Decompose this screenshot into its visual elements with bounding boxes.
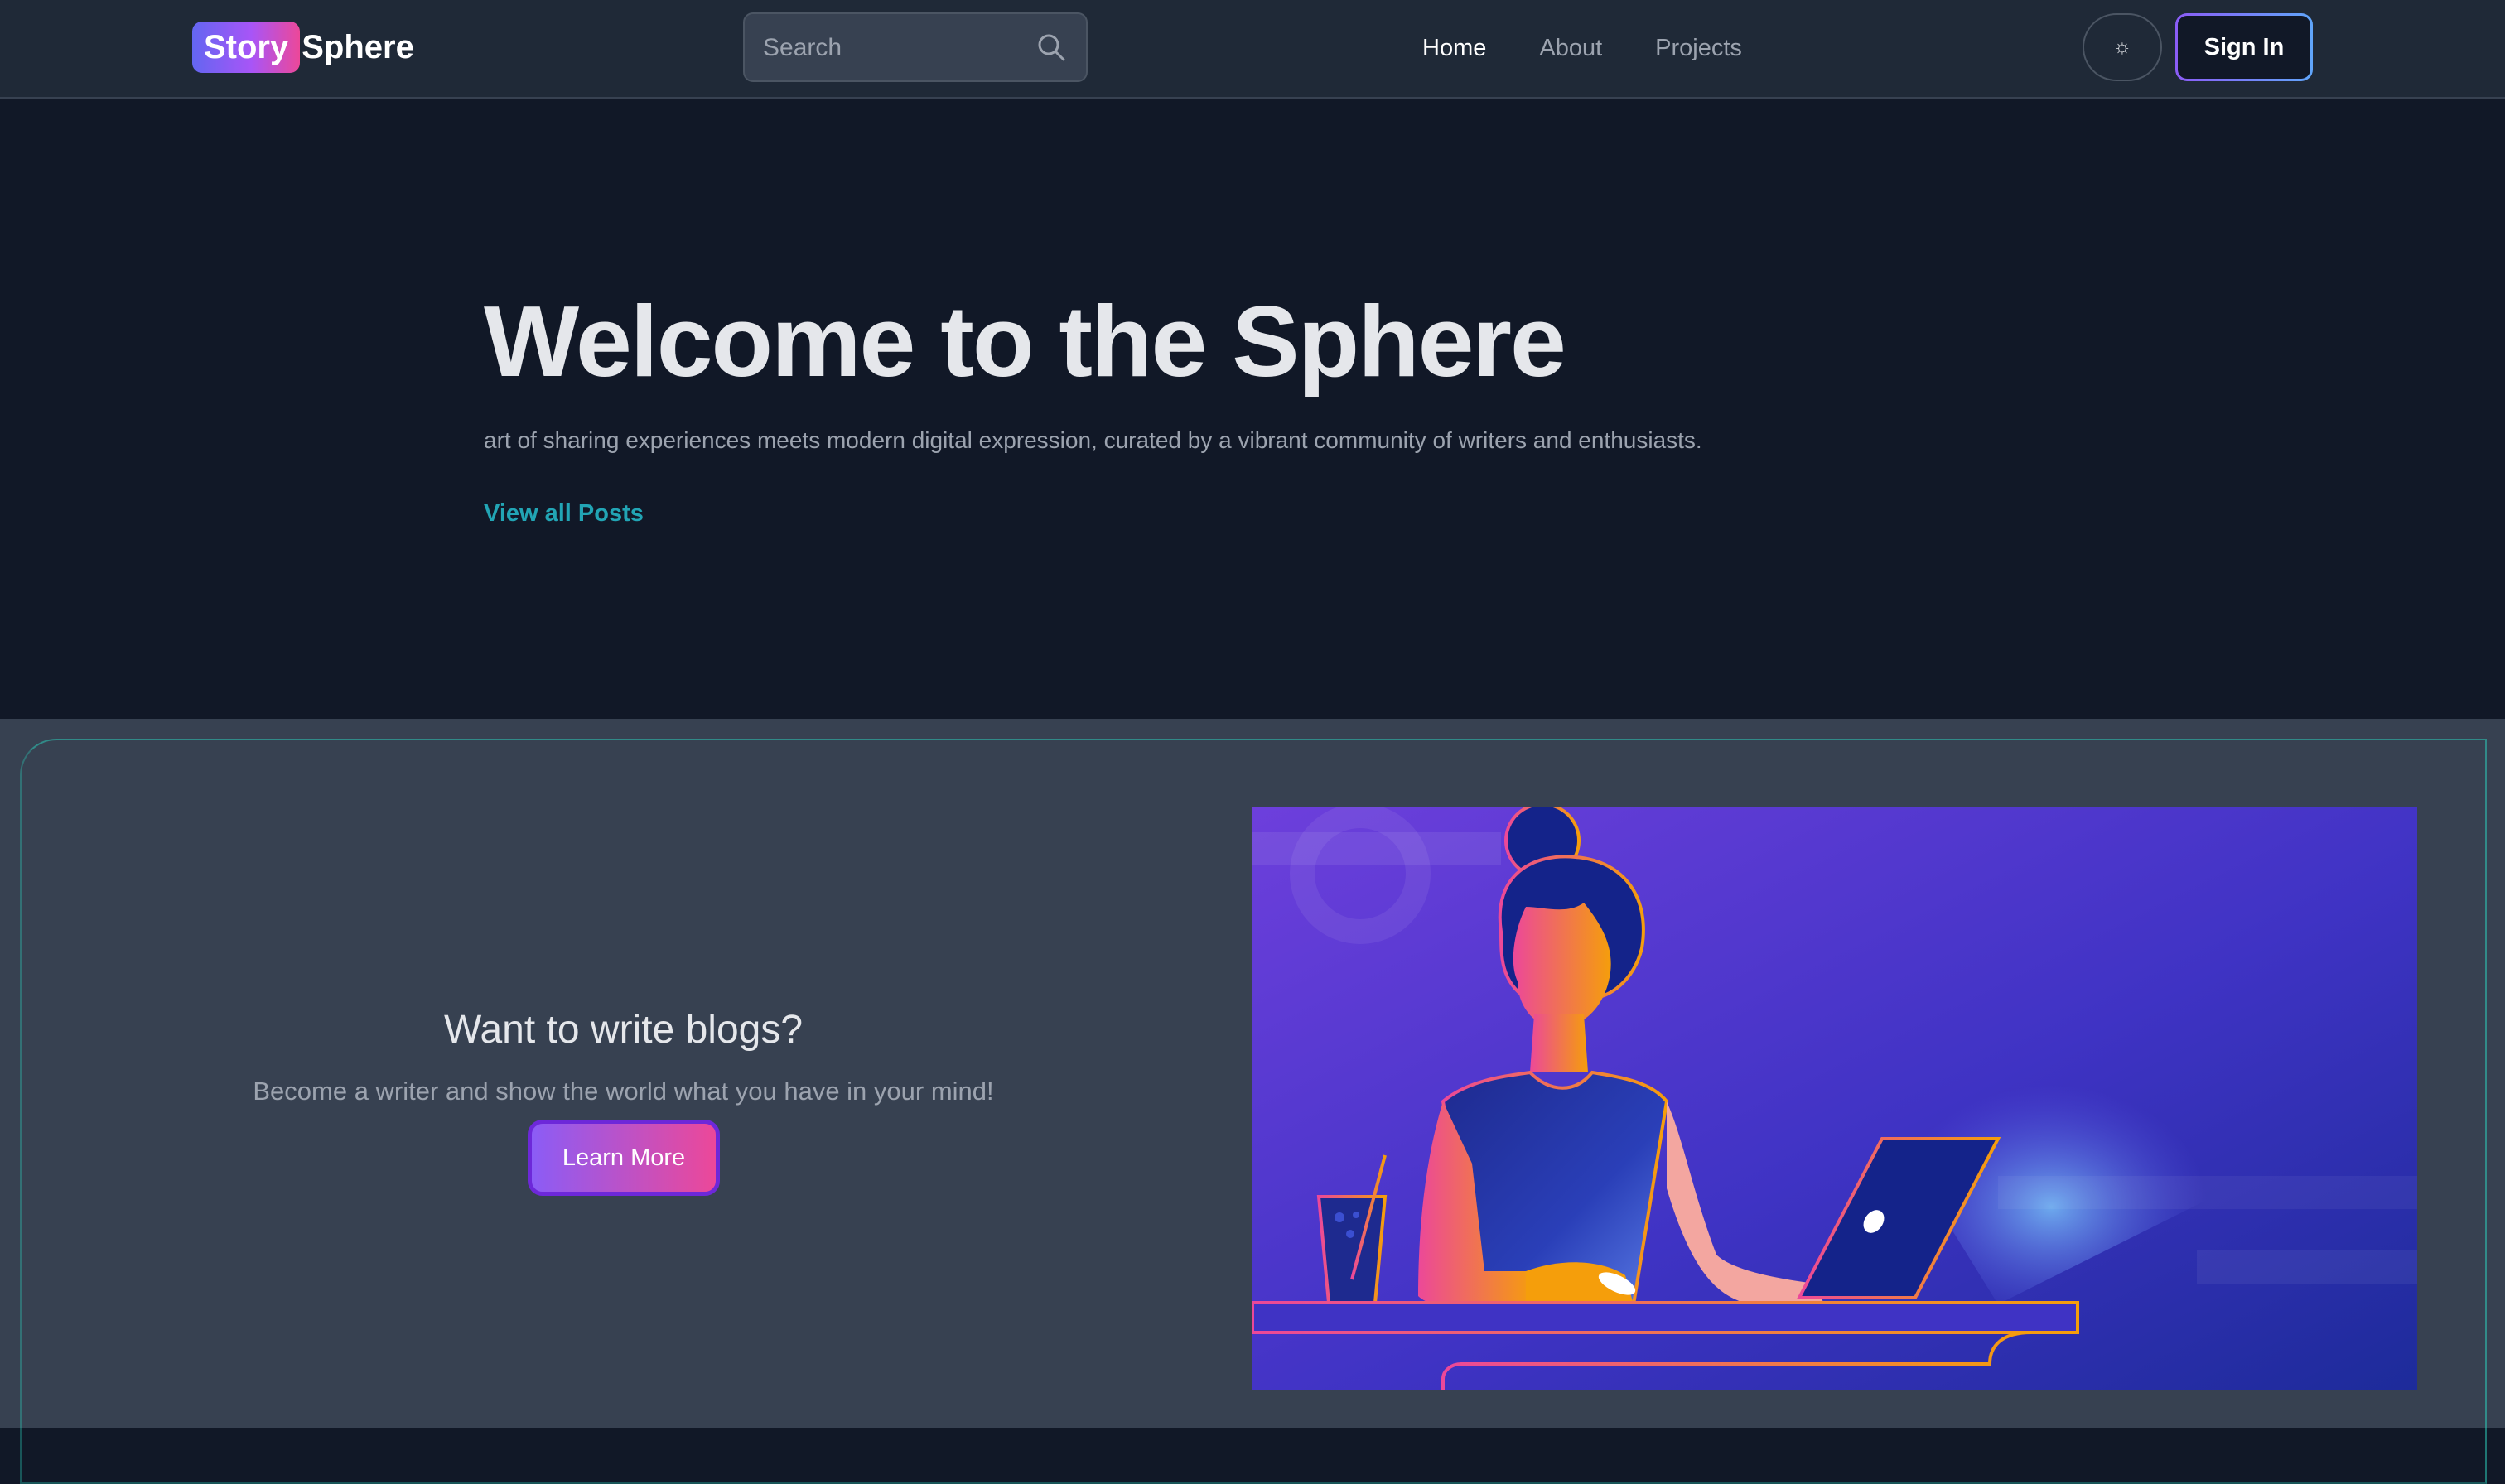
search-input[interactable] — [761, 14, 1030, 82]
hero-title: Welcome to the Sphere — [484, 285, 1566, 398]
hero-section: Welcome to the Sphere art of sharing exp… — [0, 99, 2505, 719]
cta-subtitle: Become a writer and show the world what … — [253, 1077, 994, 1106]
brand-logo[interactable]: Story Sphere — [192, 22, 414, 73]
view-all-posts-link[interactable]: View all Posts — [484, 500, 644, 528]
cta-title: Want to write blogs? — [443, 1008, 804, 1052]
search-box — [743, 12, 1088, 82]
brand-text: Sphere — [302, 28, 414, 65]
main-nav: Home About Projects — [1422, 30, 1795, 66]
learn-more-button[interactable]: Learn More — [528, 1120, 720, 1196]
nav-home[interactable]: Home — [1422, 30, 1486, 66]
woman-writing-illustration — [1252, 807, 2417, 1390]
top-navbar: Story Sphere Home About Projects ☼ Sign … — [0, 0, 2505, 99]
nav-about[interactable]: About — [1539, 30, 1602, 66]
theme-toggle-button[interactable]: ☼ — [2083, 13, 2162, 81]
hero-subtitle: art of sharing experiences meets modern … — [484, 427, 1702, 453]
brand-highlight: Story — [192, 22, 301, 73]
nav-projects[interactable]: Projects — [1655, 30, 1742, 66]
write-blogs-section: Want to write blogs? Become a writer and… — [0, 719, 2505, 1484]
search-icon[interactable] — [1035, 31, 1068, 64]
sign-in-label: Sign In — [2178, 16, 2310, 79]
sun-icon: ☼ — [2113, 36, 2131, 58]
sign-in-button[interactable]: Sign In — [2175, 13, 2313, 81]
